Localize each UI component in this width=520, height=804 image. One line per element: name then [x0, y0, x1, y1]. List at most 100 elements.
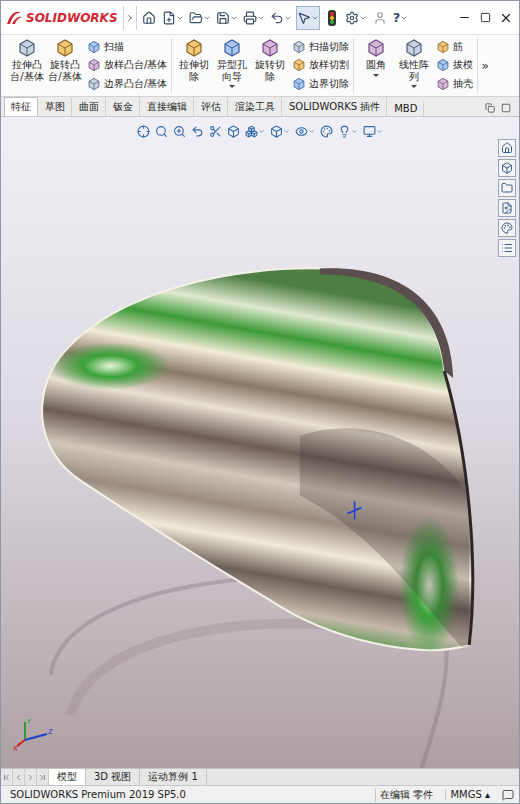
dropdown-caret[interactable]: [373, 74, 379, 77]
options-button[interactable]: [344, 6, 368, 30]
maximize-icon[interactable]: [501, 103, 511, 113]
print-button[interactable]: [242, 6, 266, 30]
svg-text:Y: Y: [26, 718, 32, 726]
file-explorer-icon: [501, 182, 513, 194]
restore-icon[interactable]: [485, 103, 495, 113]
graphics-area[interactable]: YZX: [1, 117, 519, 768]
ribbon-group: 拉伸凸台/基体旋转凸台/基体扫描放样凸台/基体边界凸台/基体: [5, 38, 172, 93]
ribbon-small-button[interactable]: 放样凸台/基体: [87, 58, 167, 72]
first-tab-button[interactable]: [1, 769, 13, 785]
ribbon-large-button[interactable]: 异型孔向导: [214, 38, 250, 93]
command-tab[interactable]: 钣金: [106, 97, 140, 116]
ribbon-small-button[interactable]: 扫描: [87, 40, 167, 54]
dropdown-icon: [376, 128, 383, 135]
design-library-tab[interactable]: [498, 159, 516, 177]
help-button[interactable]: ?: [392, 6, 410, 30]
dropdown-caret[interactable]: [229, 85, 235, 88]
maximize-button[interactable]: [476, 6, 494, 30]
new-button[interactable]: [161, 6, 185, 30]
edit-appearance-button[interactable]: [320, 125, 333, 138]
feature-icon: [87, 77, 101, 91]
svg-text:X: X: [13, 745, 18, 752]
dropdown-icon: [230, 14, 238, 22]
hide-show-button[interactable]: [295, 125, 315, 138]
dropdown-icon: [311, 14, 319, 22]
open-button[interactable]: [188, 6, 212, 30]
feature-icon: [17, 38, 37, 58]
command-tab[interactable]: 曲面: [72, 97, 106, 116]
ribbon-large-button[interactable]: 拉伸切除: [176, 38, 212, 93]
next-tab-button[interactable]: [25, 769, 37, 785]
command-tab[interactable]: MBD: [387, 100, 424, 116]
unit-system-button[interactable]: MMGS ▴: [445, 789, 494, 800]
view-orientation-button[interactable]: [137, 125, 150, 138]
dropdown-icon: [283, 128, 290, 135]
zoom-to-area-button[interactable]: [173, 125, 186, 138]
ribbon-small-button[interactable]: 筋: [436, 40, 473, 54]
appearances-tab[interactable]: [498, 219, 516, 237]
home-button[interactable]: [140, 6, 158, 30]
command-tab[interactable]: 特征: [4, 97, 38, 116]
more-commands-button[interactable]: »: [478, 38, 491, 93]
edit-appearance-icon: [320, 125, 333, 138]
previous-view-icon: [191, 125, 204, 138]
command-tab[interactable]: 渲染工具: [228, 97, 282, 116]
undo-button[interactable]: [269, 6, 293, 30]
command-tab[interactable]: 草图: [38, 97, 72, 116]
ribbon-large-button[interactable]: 旋转切除: [252, 38, 288, 93]
model-tab[interactable]: 运动算例 1: [140, 769, 207, 785]
last-tab-button[interactable]: [37, 769, 49, 785]
feature-icon: [87, 58, 101, 72]
display-style-button[interactable]: [270, 125, 290, 138]
ribbon-small-button[interactable]: 拔模: [436, 58, 473, 72]
command-tab[interactable]: 评估: [194, 97, 228, 116]
minimize-button[interactable]: [455, 6, 473, 30]
view-palette-tab[interactable]: [498, 199, 516, 217]
zoom-to-fit-button[interactable]: [155, 125, 168, 138]
view-orientation-icon: [137, 125, 150, 138]
ribbon-small-button[interactable]: 扫描切除: [292, 40, 349, 54]
chevron-right-icon: [125, 13, 135, 23]
ribbon-small-button[interactable]: 放样切割: [292, 58, 349, 72]
hide-show-icon: [295, 125, 308, 138]
save-button[interactable]: [215, 6, 239, 30]
heads-up-toolbar: [1, 117, 519, 146]
command-tab[interactable]: 直接编辑: [140, 97, 194, 116]
command-tab[interactable]: SOLIDWORKS 插件: [282, 97, 387, 116]
view-orientation-menu-button[interactable]: [245, 125, 265, 138]
ribbon-large-button[interactable]: 线性阵列: [396, 38, 432, 93]
close-button[interactable]: [497, 6, 515, 30]
apply-scene-button[interactable]: [338, 125, 358, 138]
file-explorer-tab[interactable]: [498, 179, 516, 197]
solidworks-logo[interactable]: SOLIDWORKS: [5, 10, 120, 26]
feature-icon: [436, 40, 450, 54]
previous-view-button[interactable]: [191, 125, 204, 138]
dropdown-caret[interactable]: [411, 85, 417, 88]
select-button[interactable]: [296, 6, 320, 30]
previous-tab-button[interactable]: [13, 769, 25, 785]
solidworks-resources-tab[interactable]: [498, 139, 516, 157]
ribbon-large-button[interactable]: 旋转凸台/基体: [47, 38, 83, 93]
ribbon-small-button[interactable]: 边界切除: [292, 77, 349, 91]
view-settings-button[interactable]: [363, 125, 383, 138]
view-palette-icon: [501, 202, 513, 214]
feature-icon: [404, 38, 424, 58]
ribbon-small-button[interactable]: 边界凸台/基体: [87, 77, 167, 91]
ribbon-large-button[interactable]: 圆角: [358, 38, 394, 93]
model-canvas[interactable]: [1, 117, 519, 768]
section-view-icon: [209, 125, 222, 138]
rebuild-button[interactable]: [323, 6, 341, 30]
ribbon-large-button[interactable]: 拉伸凸台/基体: [9, 38, 45, 93]
menu-expand-button[interactable]: [123, 6, 137, 30]
section-view-button[interactable]: [209, 125, 222, 138]
twisted-band-model[interactable]: [42, 268, 473, 655]
ribbon-small-button[interactable]: 抽壳: [436, 77, 473, 91]
model-tab[interactable]: 模型: [49, 769, 86, 785]
feedback-icon[interactable]: [502, 789, 514, 801]
user-button[interactable]: [371, 6, 389, 30]
custom-properties-tab[interactable]: [498, 239, 516, 257]
view-settings-icon: [363, 125, 376, 138]
model-tab[interactable]: 3D 视图: [86, 769, 140, 785]
dynamic-annotation-button[interactable]: [227, 125, 240, 138]
solidworks-window: SOLIDWORKS? 拉伸凸台/基体旋转凸台/基体扫描放样凸台/基体边界凸台/基…: [0, 0, 520, 804]
